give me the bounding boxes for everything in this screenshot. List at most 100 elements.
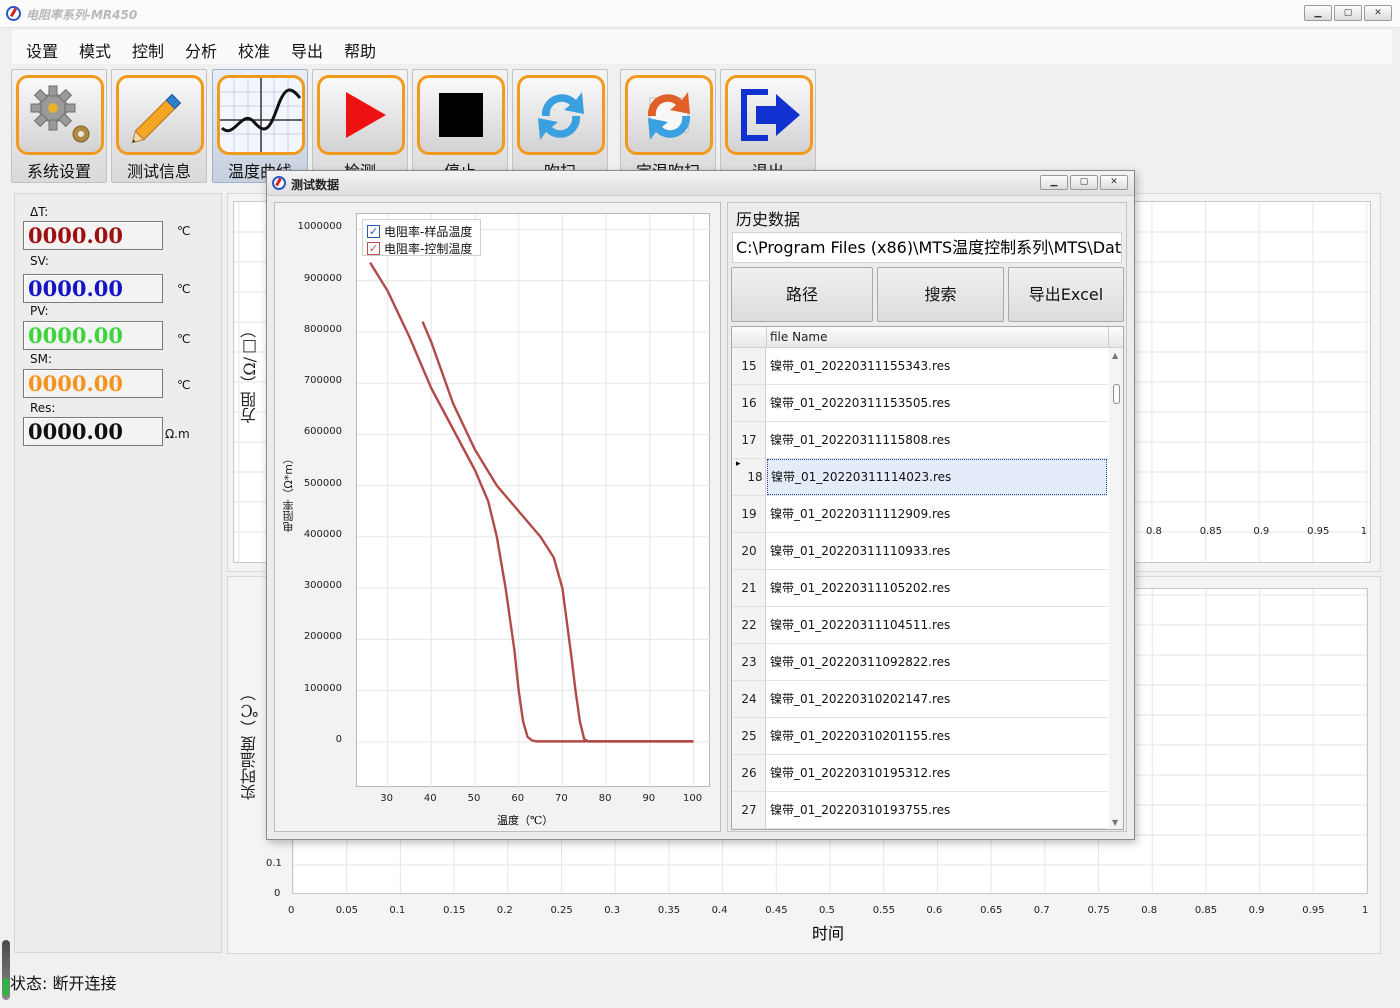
delta-t-label: ΔT: xyxy=(30,205,49,219)
sm-unit: ℃ xyxy=(177,378,191,392)
history-title: 历史数据 xyxy=(736,210,801,229)
legend-item-sample-temp[interactable]: ✓ 电阻率-样品温度 xyxy=(367,223,472,239)
app-title: 电阻率系列-MR450 xyxy=(26,8,138,22)
scroll-down-arrow-icon[interactable]: ▼ xyxy=(1112,818,1118,827)
grid-scrollbar[interactable]: ▲ ▼ xyxy=(1109,348,1123,829)
y-tick-label: 1000000 xyxy=(297,221,342,233)
x-tick-label: 0.8 xyxy=(1146,526,1162,537)
table-row[interactable]: 20 镍带_01_20220311110933.res xyxy=(732,533,1108,570)
menu-settings[interactable]: 设置 xyxy=(26,38,58,62)
y-tick-label: 900000 xyxy=(303,272,342,284)
legend-item-control-temp[interactable]: ✓ 电阻率-控制温度 xyxy=(367,240,472,256)
toolbar-test-info-button[interactable]: 测试信息 xyxy=(111,69,207,183)
dialog-close-button[interactable]: ✕ xyxy=(1100,175,1128,190)
resistivity-chart-panel: ✓ 电阻率-样品温度 ✓ 电阻率-控制温度 0 100000 200000 30000… xyxy=(274,202,721,832)
toolbar-fixed-temp-purge-button[interactable]: 定温吹扫 xyxy=(620,69,716,183)
sv-value: 0000.00 xyxy=(23,274,163,303)
toolbar-detect-button[interactable]: 检测 xyxy=(312,69,408,183)
table-row[interactable]: 24 镍带_01_20220310202147.res xyxy=(732,681,1108,718)
legend-label: 电阻率-控制温度 xyxy=(384,241,473,256)
toolbar-purge-button[interactable]: 吹扫 xyxy=(512,69,608,183)
row-index: 26 xyxy=(741,766,757,780)
pv-label: PV: xyxy=(30,304,49,318)
legend-checkbox-sample[interactable]: ✓ xyxy=(367,224,380,238)
res-digits: 0000.00 xyxy=(28,419,123,444)
table-row[interactable]: 25 镍带_01_20220310201155.res xyxy=(732,718,1108,755)
grid-header: file Name xyxy=(732,327,1123,348)
export-excel-button[interactable]: 导出Excel xyxy=(1008,267,1124,322)
x-tick-label: 1 xyxy=(1362,905,1369,916)
toolbar-stop-button[interactable]: 停止 xyxy=(412,69,508,183)
table-row[interactable]: ▸ 18 镍带_01_20220311114023.res xyxy=(732,459,1108,496)
realtime-temp-ylabel: 实时温度（℃） xyxy=(240,685,259,800)
table-row[interactable]: 21 镍带_01_20220311105202.res xyxy=(732,570,1108,607)
toolbar-system-settings-button[interactable]: 系统设置 xyxy=(11,69,107,183)
menu-analysis[interactable]: 分析 xyxy=(185,38,217,62)
y-tick-label: 600000 xyxy=(303,426,342,438)
table-row[interactable]: 27 镍带_01_20220310193755.res xyxy=(732,792,1108,829)
table-row[interactable]: 17 镍带_01_20220311115808.res xyxy=(732,422,1108,459)
path-button[interactable]: 路径 xyxy=(731,267,873,322)
x-tick-label: 0.65 xyxy=(980,905,1003,916)
test-data-dialog: 测试数据 ▁ ▢ ✕ ✓ 电阻率-样品温度 ✓ 电阻率-控制温度 0 100000… xyxy=(266,170,1135,840)
history-file-grid: file Name 15 镍带_01_20220311155343.res 16 镍带… xyxy=(731,326,1124,830)
x-tick-label: 100 xyxy=(682,793,703,804)
menu-mode[interactable]: 模式 xyxy=(79,38,111,62)
x-tick-label: 0.8 xyxy=(1141,905,1158,916)
series-line-1 xyxy=(421,321,694,743)
gear-icon xyxy=(16,75,104,155)
scroll-up-arrow-icon[interactable]: ▲ xyxy=(1112,351,1118,360)
grid-header-file-name[interactable]: file Name xyxy=(770,330,828,344)
exit-arrow-icon xyxy=(725,75,813,155)
refresh-icon xyxy=(517,75,605,155)
row-file-name: 镍带_01_20220311155343.res xyxy=(770,359,951,373)
data-path-field[interactable]: C:\Program Files (x86)\MTS温度控制系列\MTS\Dat… xyxy=(732,232,1122,263)
toolbar-temp-curve-button[interactable]: 温度曲线 xyxy=(212,69,308,183)
chart-legend: ✓ 电阻率-样品温度 ✓ 电阻率-控制温度 xyxy=(362,219,481,256)
cycle-icon xyxy=(625,75,713,155)
table-row[interactable]: 22 镍带_01_20220311104511.res xyxy=(732,607,1108,644)
table-row[interactable]: 26 镍带_01_20220310195312.res xyxy=(732,755,1108,792)
row-index: 22 xyxy=(741,618,757,632)
menu-help[interactable]: 帮助 xyxy=(344,38,376,62)
toolbar-exit-button[interactable]: 退出 xyxy=(720,69,816,183)
close-button[interactable]: ✕ xyxy=(1364,5,1392,21)
legend-checkbox-control[interactable]: ✓ xyxy=(367,241,380,255)
row-index: 24 xyxy=(741,692,757,706)
readout-panel: ΔT: 0000.00 ℃ SV: 0000.00 ℃ PV: 0000.00 … xyxy=(14,193,222,953)
x-tick-label: 0.5 xyxy=(819,905,835,916)
table-row[interactable]: 16 镍带_01_20220311153505.res xyxy=(732,385,1108,422)
x-tick-label: 0.2 xyxy=(496,905,513,916)
x-tick-label: 0.85 xyxy=(1199,526,1222,537)
dialog-maximize-button[interactable]: ▢ xyxy=(1070,175,1098,190)
x-tick-label: 0.05 xyxy=(335,905,358,916)
scroll-thumb[interactable] xyxy=(1113,384,1120,404)
realtime-temp-xlabel: 时间 xyxy=(812,924,845,943)
search-button[interactable]: 搜索 xyxy=(877,267,1004,322)
y-tick-label: 300000 xyxy=(303,580,342,592)
x-tick-label: 40 xyxy=(423,793,437,804)
menu-export[interactable]: 导出 xyxy=(291,38,323,62)
window-controls: ▁ ▢ ✕ xyxy=(1304,5,1392,21)
x-tick-label: 0.4 xyxy=(711,905,728,916)
x-tick-label: 0.3 xyxy=(604,905,621,916)
sm-label: SM: xyxy=(30,352,53,366)
table-row[interactable]: 15 镍带_01_20220311155343.res xyxy=(732,348,1108,385)
delta-t-digits: 0000.00 xyxy=(28,223,123,248)
row-file-name: 镍带_01_20220311153505.res xyxy=(770,396,951,410)
menu-control[interactable]: 控制 xyxy=(132,38,164,62)
menu-calibrate[interactable]: 校准 xyxy=(238,38,270,62)
x-tick-label: 1 xyxy=(1360,526,1368,537)
x-tick-label: 0.9 xyxy=(1253,526,1270,537)
table-row[interactable]: 19 镍带_01_20220311112909.res xyxy=(732,496,1108,533)
menu-bar: 设置 模式 控制 分析 校准 导出 帮助 xyxy=(12,30,1392,64)
minimize-button[interactable]: ▁ xyxy=(1304,5,1332,21)
row-index: 21 xyxy=(741,581,757,595)
x-tick-label: 0.9 xyxy=(1248,905,1265,916)
pencil-icon xyxy=(116,75,204,155)
dialog-minimize-button[interactable]: ▁ xyxy=(1040,175,1068,190)
maximize-button[interactable]: ▢ xyxy=(1334,5,1362,21)
x-tick-label: 0.25 xyxy=(550,905,573,916)
sheet-resistance-ylabel: 方阻（Ω/□） xyxy=(240,322,259,424)
table-row[interactable]: 23 镍带_01_20220311092822.res xyxy=(732,644,1108,681)
